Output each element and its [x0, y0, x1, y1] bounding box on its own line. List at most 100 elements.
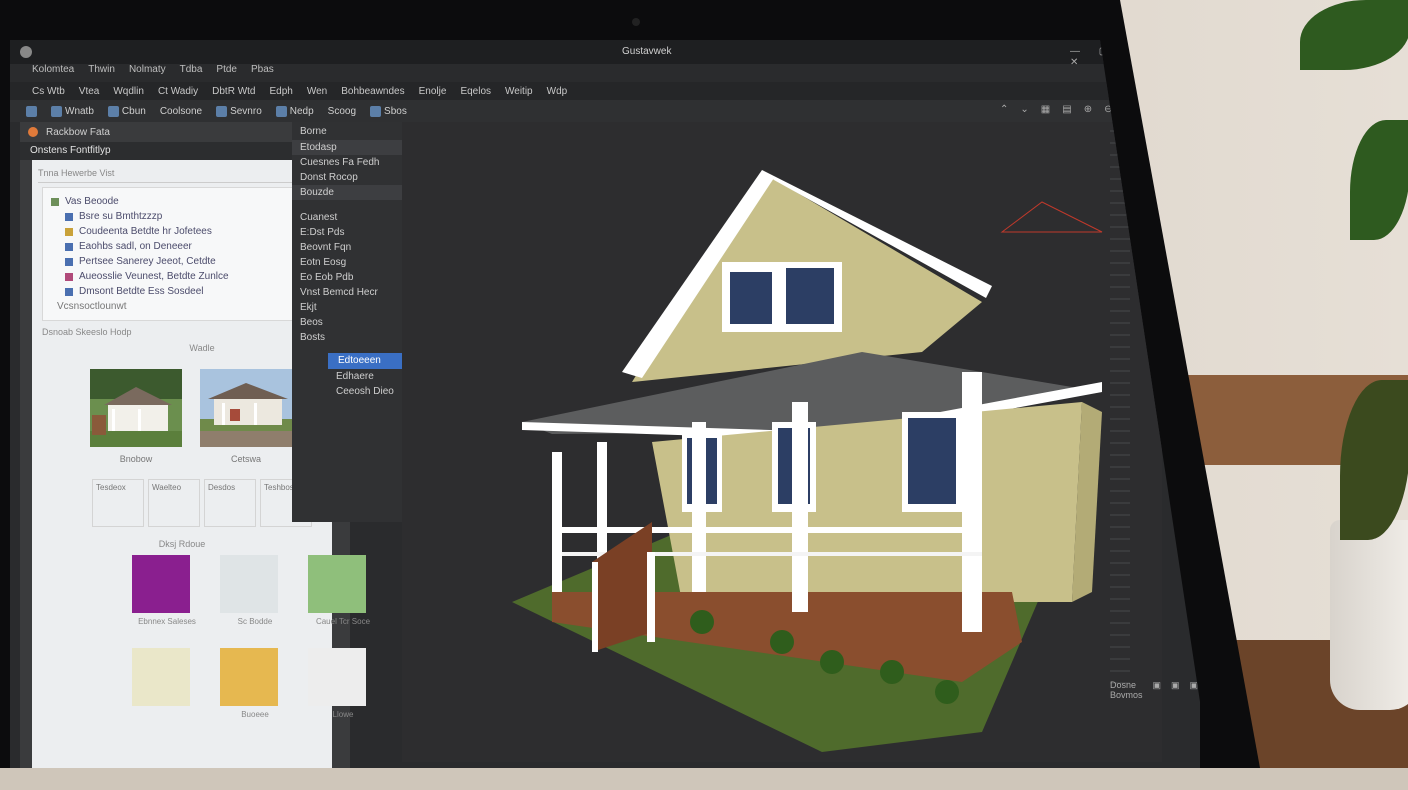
- webcam: [632, 18, 640, 26]
- menu-item[interactable]: Bohbeawndes: [341, 86, 404, 97]
- 3d-viewport[interactable]: [402, 122, 1162, 762]
- menu-item[interactable]: Tdba: [180, 64, 203, 82]
- filter-label[interactable]: Dsnoab Skeeslo Hodp: [42, 327, 322, 337]
- grid-icon[interactable]: ▦: [1041, 104, 1050, 115]
- menu-item[interactable]: Enolje: [419, 86, 447, 97]
- thumbnail-row: Bnobow Cetswa: [90, 369, 314, 469]
- swatch-item[interactable]: Buoeee: [220, 648, 290, 719]
- tree-footer-label: Vcsnsoctlounwt: [57, 301, 127, 312]
- status-icon[interactable]: ▣: [1171, 680, 1180, 700]
- swatch-color: [220, 648, 278, 706]
- menu-item[interactable]: Nolmaty: [129, 64, 166, 82]
- plant-pot: [1330, 520, 1408, 710]
- title-bar: Gustavwek — ▢ ✕: [10, 40, 1130, 68]
- swatch-color: [308, 648, 366, 706]
- house-thumbnail[interactable]: Bnobow: [90, 369, 182, 469]
- menu-item[interactable]: DbtR Wtd: [212, 86, 255, 97]
- house-thumbnail[interactable]: Cetswa: [200, 369, 292, 469]
- tool-button[interactable]: Coolsone: [156, 105, 206, 118]
- swatch-color: [308, 555, 366, 613]
- menu-item[interactable]: Edph: [269, 86, 292, 97]
- status-icon[interactable]: ▣: [1227, 680, 1236, 700]
- swatch-color: [132, 555, 190, 613]
- component-icon: [65, 227, 73, 236]
- swatch-label: Llowe: [332, 710, 354, 719]
- tree-item-label: Aueosslie Veunest, Betdte Zunlce: [79, 271, 229, 282]
- tree-item[interactable]: Eaohbs sadl, on Deneeer: [51, 239, 313, 254]
- layout-icon[interactable]: ▤: [1062, 104, 1071, 115]
- menu-item[interactable]: Cs Wtb: [32, 86, 65, 97]
- status-icon[interactable]: ▣: [1190, 680, 1199, 700]
- tool-button[interactable]: Sbos: [366, 105, 411, 118]
- component-icon: [65, 257, 73, 266]
- component-icon: [65, 242, 73, 251]
- status-icon[interactable]: ▣: [1153, 680, 1162, 700]
- rotate-icon: [216, 105, 228, 117]
- tree-item[interactable]: Aueosslie Veunest, Betdte Zunlce: [51, 269, 313, 284]
- folder-icon: [51, 197, 59, 206]
- option-card[interactable]: Waelteo: [148, 479, 200, 527]
- tree-item-label: Bsre su Bmthtzzzp: [79, 211, 163, 222]
- select-icon: [51, 105, 62, 117]
- menu-item[interactable]: Wdp: [547, 86, 568, 97]
- plant-leaf: [1350, 120, 1408, 240]
- tree-item-label: Pertsee Sanerey Jeeot, Cetdte: [79, 256, 216, 267]
- tool-label: Wnatb: [65, 105, 94, 117]
- material-swatches: Ebnnex Saleses Sc Bodde Cauel Tcr Soce B…: [132, 555, 370, 719]
- menu-item[interactable]: Eqelos: [460, 86, 491, 97]
- tool-button[interactable]: Scoog: [324, 105, 360, 118]
- swatch-label: Ebnnex Saleses: [138, 617, 196, 626]
- menu-item[interactable]: Kolomtea: [32, 64, 74, 82]
- swatch-item[interactable]: Ebnnex Saleses: [132, 555, 202, 626]
- panel-title: Rackbow Fata: [46, 126, 110, 138]
- library-search-input[interactable]: Tnna Hewerbe Vist: [38, 164, 326, 183]
- view-icon[interactable]: ⌄: [1020, 104, 1028, 115]
- status-bar: Dosne Bovmos ▣ ▣ ▣ ▣ ▣: [1110, 680, 1236, 700]
- menu-item[interactable]: Ptde: [216, 64, 237, 82]
- search-tool-button[interactable]: [22, 105, 41, 118]
- thumb-caption: Bnobow: [119, 454, 153, 464]
- tool-label: Sbos: [384, 105, 407, 117]
- menu-item[interactable]: Weitip: [505, 86, 533, 97]
- tool-label: Cbun: [121, 105, 146, 117]
- swatch-item[interactable]: Sc Bodde: [220, 555, 290, 626]
- tool-button[interactable]: Nedp: [272, 105, 318, 118]
- menu-item[interactable]: Pbas: [251, 64, 274, 82]
- menu-item[interactable]: Wqdlin: [113, 86, 144, 97]
- menu-item[interactable]: Vtea: [79, 86, 100, 97]
- menu-item[interactable]: Thwin: [88, 64, 115, 82]
- tree-item[interactable]: Pertsee Sanerey Jeeot, Cetdte: [51, 254, 313, 269]
- house-photo-2: [200, 369, 292, 447]
- status-text: Dosne Bovmos: [1110, 680, 1143, 700]
- tree-item[interactable]: Bsre su Bmthtzzzp: [51, 209, 313, 224]
- tool-bar: Wnatb Cbun Coolsone Sevnro Nedp Scoog Sb…: [10, 100, 1150, 122]
- menu-item[interactable]: Wen: [307, 86, 327, 97]
- swatch-item[interactable]: Llowe: [308, 648, 378, 719]
- tool-button[interactable]: Sevnro: [212, 105, 266, 118]
- menu-icon[interactable]: ≡: [1124, 104, 1130, 115]
- panel-logo-icon: [28, 127, 38, 137]
- component-icon: [65, 272, 73, 281]
- window-controls[interactable]: — ▢ ✕: [1070, 46, 1130, 68]
- option-card[interactable]: Desdos: [204, 479, 256, 527]
- tree-root[interactable]: Vas Beoode: [51, 194, 313, 209]
- view-icon[interactable]: ⌃: [1000, 104, 1008, 115]
- tool-button[interactable]: Wnatb: [47, 105, 98, 118]
- monitor-bezel: Gustavwek — ▢ ✕ Kolomtea Thwin Nolmaty T…: [0, 0, 1260, 768]
- swatch-item[interactable]: Cauel Tcr Soce: [308, 555, 378, 626]
- plant-leaf: [1300, 0, 1408, 70]
- swatch-item[interactable]: [132, 648, 202, 719]
- zoom-in-icon[interactable]: ⊕: [1084, 104, 1092, 115]
- menu-item[interactable]: Ct Wadiy: [158, 86, 198, 97]
- window-title: Gustavwek: [622, 46, 672, 57]
- ruler: [1110, 130, 1130, 690]
- tool-button[interactable]: Cbun: [104, 105, 150, 118]
- tree-item-label: Coudeenta Betdte hr Jofetees: [79, 226, 212, 237]
- tree-item[interactable]: Coudeenta Betdte hr Jofetees: [51, 224, 313, 239]
- tree-item[interactable]: Dmsont Betdte Ess Sosdeel: [51, 284, 313, 299]
- option-card[interactable]: Tesdeox: [92, 479, 144, 527]
- status-icon[interactable]: ▣: [1208, 680, 1210, 700]
- house-photo-1: [90, 369, 182, 447]
- zoom-out-icon[interactable]: ⊖: [1104, 104, 1112, 115]
- option-cards: Tesdeox Waelteo Desdos Teshboss: [92, 479, 320, 527]
